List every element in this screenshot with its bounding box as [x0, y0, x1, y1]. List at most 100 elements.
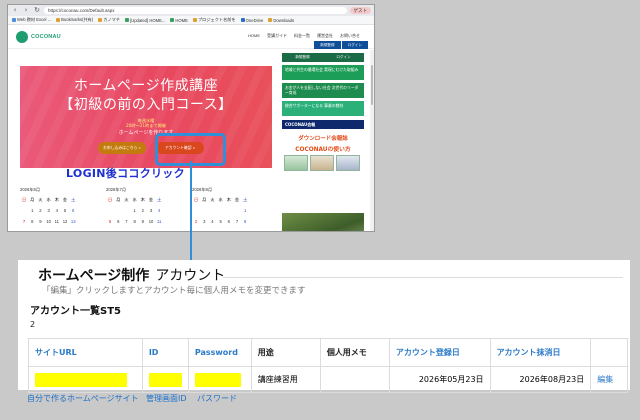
- bookmark-item[interactable]: [Updated] HOME...: [125, 18, 165, 23]
- calendar-day[interactable]: [217, 208, 225, 213]
- calendar-day[interactable]: [114, 208, 122, 213]
- calendar-day[interactable]: 3: [147, 208, 155, 213]
- calendar-day[interactable]: 14: [20, 230, 28, 231]
- calendar-day[interactable]: 17: [147, 230, 155, 231]
- calendar-day[interactable]: 1: [241, 208, 249, 213]
- signup-button[interactable]: お申し込みはこちら »: [98, 142, 146, 154]
- calendar-day[interactable]: 19: [61, 230, 69, 231]
- calendar-day[interactable]: 1: [131, 208, 139, 213]
- nav-company[interactable]: 運営会社: [317, 33, 333, 39]
- calendar-day[interactable]: [192, 208, 200, 213]
- calendar-day[interactable]: 3: [45, 208, 53, 213]
- calendar-day[interactable]: 10: [45, 219, 53, 224]
- calendar-day[interactable]: 9: [139, 219, 147, 224]
- calendar-day[interactable]: 7: [20, 219, 28, 224]
- calendar-day[interactable]: [122, 208, 130, 213]
- calendar-day[interactable]: 14: [233, 230, 241, 231]
- profile-button[interactable]: ゲスト: [349, 7, 371, 14]
- calendar-day[interactable]: 18: [53, 230, 61, 231]
- calendar-day[interactable]: 16: [36, 230, 44, 231]
- calendar-day[interactable]: 2: [192, 219, 200, 224]
- bookmark-item[interactable]: Web 教材 Excel ...: [12, 17, 51, 23]
- col-site-url[interactable]: サイトURL: [28, 338, 143, 367]
- nav-home[interactable]: HOME: [248, 33, 260, 39]
- sidebar-card[interactable]: 総合サポーターになる 事業の教材: [282, 101, 364, 116]
- register-button[interactable]: 新規登録: [314, 41, 341, 49]
- calendar-day[interactable]: [20, 208, 28, 213]
- back-icon[interactable]: ‹: [11, 5, 19, 16]
- cell-site-url[interactable]: [28, 366, 143, 393]
- forward-icon[interactable]: ›: [22, 5, 30, 16]
- calendar-day[interactable]: 8: [131, 219, 139, 224]
- calendar-day[interactable]: 2: [139, 208, 147, 213]
- address-bar[interactable]: https://coconau.com/Default.aspx: [44, 7, 347, 14]
- nav-guide[interactable]: 受講ガイド: [267, 33, 287, 39]
- calendar-day[interactable]: 12: [217, 230, 225, 231]
- bookmark-item[interactable]: Bookmarks(共有): [56, 17, 93, 23]
- calendar-day[interactable]: 10: [147, 219, 155, 224]
- calendar-day[interactable]: 4: [53, 208, 61, 213]
- calendar-day[interactable]: 8: [241, 219, 249, 224]
- calendar-day[interactable]: 11: [208, 230, 216, 231]
- calendar-day[interactable]: 2: [36, 208, 44, 213]
- newsletter-ad[interactable]: ダウンロード会報誌 COCONAUの使い方: [282, 132, 364, 171]
- login-button[interactable]: ログイン: [341, 41, 368, 49]
- bookmark-item[interactable]: HOME: [170, 18, 188, 23]
- calendar-day[interactable]: 20: [69, 230, 77, 231]
- calendar-day[interactable]: 18: [155, 230, 163, 231]
- reload-icon[interactable]: ↻: [33, 5, 41, 16]
- calendar-day[interactable]: [208, 208, 216, 213]
- col-deleted[interactable]: アカウント抹消日: [489, 338, 592, 367]
- calendar-day[interactable]: 8: [28, 219, 36, 224]
- calendar-day[interactable]: 16: [139, 230, 147, 231]
- calendar-day[interactable]: 3: [200, 219, 208, 224]
- calendar-day[interactable]: [200, 208, 208, 213]
- calendar-day[interactable]: 6: [114, 219, 122, 224]
- calendar-day[interactable]: 4: [155, 208, 163, 213]
- calendar-day[interactable]: 5: [217, 219, 225, 224]
- calendar-day[interactable]: 12: [106, 230, 114, 231]
- calendar-day[interactable]: 13: [225, 230, 233, 231]
- calendar-day[interactable]: 15: [28, 230, 36, 231]
- nav-contact[interactable]: お問い合せ: [340, 33, 360, 39]
- nav-price[interactable]: 料金一覧: [294, 33, 310, 39]
- col-id[interactable]: ID: [141, 338, 189, 367]
- sidebar-tab-register[interactable]: 新規登録: [282, 53, 323, 62]
- calendar-day[interactable]: 9: [36, 219, 44, 224]
- calendar-day[interactable]: 15: [131, 230, 139, 231]
- calendar-day[interactable]: 11: [53, 219, 61, 224]
- calendar-day[interactable]: 6: [225, 219, 233, 224]
- calendar-day[interactable]: [225, 208, 233, 213]
- calendar-day[interactable]: 11: [155, 219, 163, 224]
- scrollbar-thumb[interactable]: [371, 65, 373, 105]
- cell-password: [187, 366, 252, 393]
- calendar-day[interactable]: 1: [28, 208, 36, 213]
- calendar-day[interactable]: 7: [233, 219, 241, 224]
- calendar-day[interactable]: 7: [122, 219, 130, 224]
- calendar-day[interactable]: 5: [106, 219, 114, 224]
- calendar-day[interactable]: 10: [200, 230, 208, 231]
- calendar-day[interactable]: 17: [45, 230, 53, 231]
- sidebar-card[interactable]: 地域と共生の循環社会 実現にむけた取組み: [282, 65, 364, 80]
- col-password[interactable]: Password: [187, 338, 252, 367]
- calendar-day[interactable]: 4: [208, 219, 216, 224]
- calendar-day[interactable]: [106, 208, 114, 213]
- site-logo[interactable]: COCONAU: [31, 34, 61, 40]
- calendar-day[interactable]: 14: [122, 230, 130, 231]
- col-registered[interactable]: アカウント登録日: [388, 338, 491, 367]
- calendar-day[interactable]: [233, 208, 241, 213]
- edit-link[interactable]: 編集: [590, 366, 628, 393]
- bookmark-item[interactable]: OneDrive: [240, 18, 263, 23]
- calendar-day[interactable]: 15: [241, 230, 249, 231]
- calendar-day[interactable]: 12: [61, 219, 69, 224]
- calendar-day[interactable]: 9: [192, 230, 200, 231]
- calendar-day[interactable]: 5: [61, 208, 69, 213]
- calendar-day[interactable]: 13: [69, 219, 77, 224]
- bookmark-item[interactable]: カノマチ: [98, 17, 120, 23]
- bookmark-item[interactable]: プロジェクト名前を: [192, 17, 236, 23]
- calendar-day[interactable]: 6: [69, 208, 77, 213]
- calendar-day[interactable]: 13: [114, 230, 122, 231]
- sidebar-card[interactable]: お金が人を支配しない社会 次世代のリーダー育成: [282, 83, 364, 98]
- bookmark-item[interactable]: Downloads: [268, 18, 294, 23]
- sidebar-tab-login[interactable]: ログイン: [323, 53, 364, 62]
